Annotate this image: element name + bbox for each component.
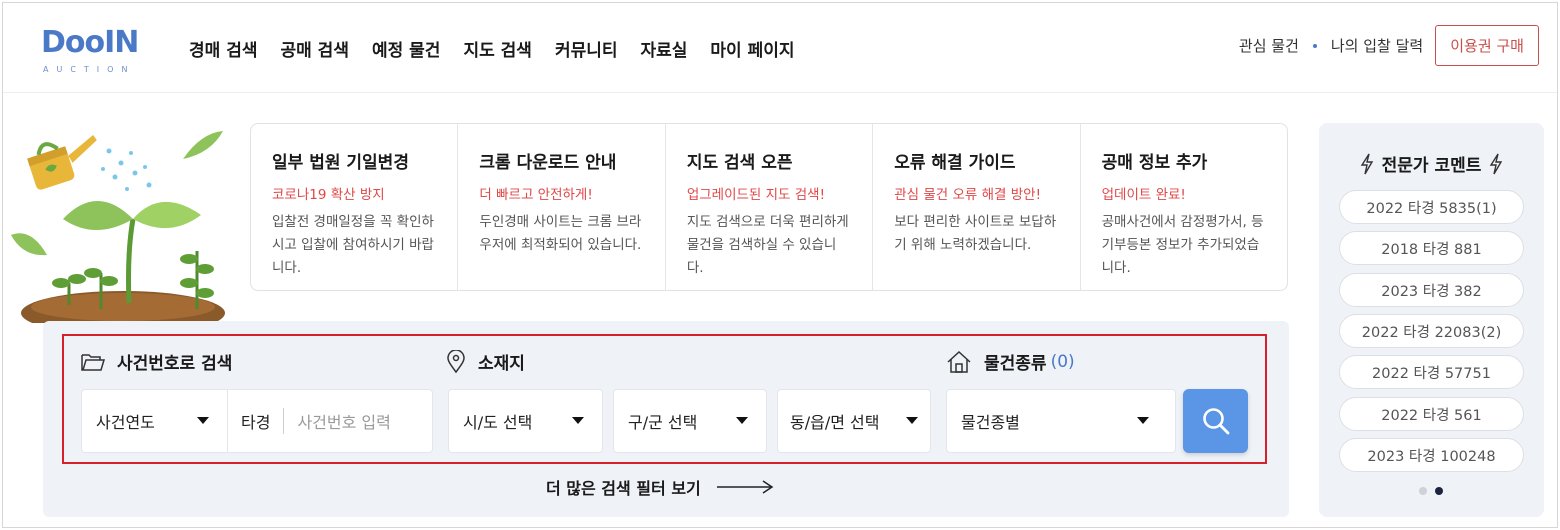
notice-card[interactable]: 오류 해결 가이드 관심 물건 오류 해결 방안! 보다 편리한 사이트로 보답…: [873, 124, 1081, 290]
chevron-down-icon: [1137, 417, 1149, 424]
case-number-input[interactable]: 사건번호 입력: [297, 409, 390, 433]
nav-item-my-page[interactable]: 마이 페이지: [710, 36, 794, 61]
case-search-label: 사건번호로 검색: [81, 349, 232, 374]
gugun-value: 구/군 선택: [628, 413, 698, 432]
search-button[interactable]: [1183, 389, 1248, 453]
notice-title: 공매 정보 추가: [1101, 153, 1208, 173]
folder-icon: [81, 353, 105, 371]
page-frame: DooIN AUCTION 경매 검색 공매 검색 예정 물건 지도 검색 커뮤…: [2, 2, 1558, 528]
chevron-down-icon: [906, 417, 918, 424]
notice-title: 지도 검색 오픈: [686, 153, 793, 173]
long-arrow-right-icon: [716, 480, 774, 494]
interest-link[interactable]: 관심 물건: [1239, 35, 1299, 56]
notice-card[interactable]: 크롬 다운로드 안내 더 빠르고 안전하게! 두인경매 사이트는 크롬 브라우저…: [458, 124, 666, 290]
notice-subtitle: 업데이트 완료!: [1101, 187, 1186, 203]
search-icon: [1202, 408, 1229, 435]
case-number-group: 타경 사건번호 입력: [227, 389, 433, 453]
sido-value: 시/도 선택: [463, 413, 533, 432]
item-type-count: (0): [1050, 351, 1075, 372]
case-search-label-text: 사건번호로 검색: [117, 354, 233, 374]
dong-value: 동/읍/면 선택: [790, 413, 880, 432]
separator-dot: [1312, 43, 1317, 48]
nav-item-auction-search[interactable]: 경매 검색: [189, 36, 257, 61]
notice-title: 오류 해결 가이드: [894, 153, 1016, 173]
notice-subtitle: 더 빠르고 안전하게!: [479, 187, 593, 203]
header-right: 관심 물건 나의 입찰 달력 이용권 구매: [1239, 25, 1539, 66]
item-type-select[interactable]: 물건종별: [946, 389, 1176, 453]
location-label-text: 소재지: [478, 354, 525, 374]
case-year-select[interactable]: 사건연도: [81, 389, 228, 453]
item-type-value: 물건종별: [961, 413, 1020, 432]
map-pin-icon: [447, 349, 465, 373]
nav-item-scheduled[interactable]: 예정 물건: [372, 36, 440, 61]
item-type-label: 물건종류 (0): [946, 349, 1075, 374]
lightning-icon: [1490, 153, 1503, 174]
nav-item-public-sale-search[interactable]: 공매 검색: [280, 36, 348, 61]
nav-item-community[interactable]: 커뮤니티: [555, 36, 618, 61]
sido-select[interactable]: 시/도 선택: [448, 389, 603, 453]
expert-case-chip[interactable]: 2023 타경 382: [1339, 273, 1524, 307]
item-type-label-text: 물건종류: [984, 354, 1047, 374]
buy-pass-button[interactable]: 이용권 구매: [1435, 25, 1539, 66]
divider: [283, 408, 285, 434]
nav-item-map-search[interactable]: 지도 검색: [463, 36, 531, 61]
notice-desc: 공매사건에서 감정평가서, 등기부등본 정보가 추가되었습니다.: [1101, 214, 1264, 276]
sprout-watering-illustration: [11, 131, 225, 323]
notice-subtitle: 코로나19 확산 방지: [272, 187, 385, 203]
header: DooIN AUCTION 경매 검색 공매 검색 예정 물건 지도 검색 커뮤…: [3, 3, 1557, 93]
more-filters-link[interactable]: 더 많은 검색 필터 보기: [546, 475, 775, 499]
logo[interactable]: DooIN AUCTION: [41, 15, 141, 77]
notice-subtitle: 관심 물건 오류 해결 방안!: [894, 187, 1041, 203]
more-filters-text: 더 많은 검색 필터 보기: [546, 479, 701, 498]
notice-card[interactable]: 지도 검색 오픈 업그레이드된 지도 검색! 지도 검색으로 더욱 편리하게 물…: [666, 124, 874, 290]
dong-select[interactable]: 동/읍/면 선택: [777, 389, 931, 453]
expert-case-chip[interactable]: 2022 타경 561: [1339, 397, 1524, 431]
notice-subtitle: 업그레이드된 지도 검색!: [686, 187, 826, 203]
expert-title-text: 전문가 코멘트: [1381, 156, 1482, 176]
chevron-down-icon: [197, 417, 209, 424]
notice-desc: 지도 검색으로 더욱 편리하게 물건을 검색하실 수 있습니다.: [686, 214, 849, 276]
expert-case-chip[interactable]: 2018 타경 881: [1339, 231, 1524, 265]
notice-card[interactable]: 공매 정보 추가 업데이트 완료! 공매사건에서 감정평가서, 등기부등본 정보…: [1081, 124, 1287, 290]
notice-card[interactable]: 일부 법원 기일변경 코로나19 확산 방지 입찰전 경매일정을 꼭 확인하시고…: [251, 124, 459, 290]
lightning-icon: [1360, 153, 1373, 174]
chevron-down-icon: [572, 417, 584, 424]
nav-item-library[interactable]: 자료실: [641, 36, 688, 61]
carousel-pagination: [1419, 487, 1443, 495]
logo-text: DooIN: [41, 25, 139, 60]
notice-desc: 보다 편리한 사이트로 보답하기 위해 노력하겠습니다.: [894, 214, 1057, 253]
notice-cards: 일부 법원 기일변경 코로나19 확산 방지 입찰전 경매일정을 꼭 확인하시고…: [250, 123, 1288, 291]
main-nav: 경매 검색 공매 검색 예정 물건 지도 검색 커뮤니티 자료실 마이 페이지: [189, 36, 818, 61]
page-dot[interactable]: [1419, 487, 1427, 495]
expert-case-chip[interactable]: 2022 타경 57751: [1339, 355, 1524, 389]
page-dot-active[interactable]: [1435, 487, 1443, 495]
notice-title: 크롬 다운로드 안내: [479, 153, 617, 173]
notice-desc: 두인경매 사이트는 크롬 브라우저에 최적화되어 있습니다.: [479, 214, 642, 253]
case-year-value: 사건연도: [96, 413, 155, 432]
home-icon: [947, 350, 971, 373]
bid-calendar-link[interactable]: 나의 입찰 달력: [1331, 35, 1423, 56]
chevron-down-icon: [736, 417, 748, 424]
expert-case-chip[interactable]: 2023 타경 100248: [1339, 438, 1524, 472]
logo-sub: AUCTION: [43, 65, 136, 74]
gugun-select[interactable]: 구/군 선택: [613, 389, 767, 453]
expert-title: 전문가 코멘트: [1319, 151, 1544, 176]
expert-case-chip[interactable]: 2022 타경 22083(2): [1339, 314, 1524, 348]
notice-title: 일부 법원 기일변경: [272, 153, 409, 173]
expert-comment-panel: 전문가 코멘트 2022 타경 5835(1) 2018 타경 881 2023…: [1319, 123, 1544, 517]
expert-case-chip[interactable]: 2022 타경 5835(1): [1339, 190, 1524, 224]
location-label: 소재지: [446, 349, 525, 374]
notice-desc: 입찰전 경매일정을 꼭 확인하시고 입찰에 참여하시기 바랍니다.: [272, 214, 434, 276]
case-type-label: 타경: [241, 413, 271, 432]
